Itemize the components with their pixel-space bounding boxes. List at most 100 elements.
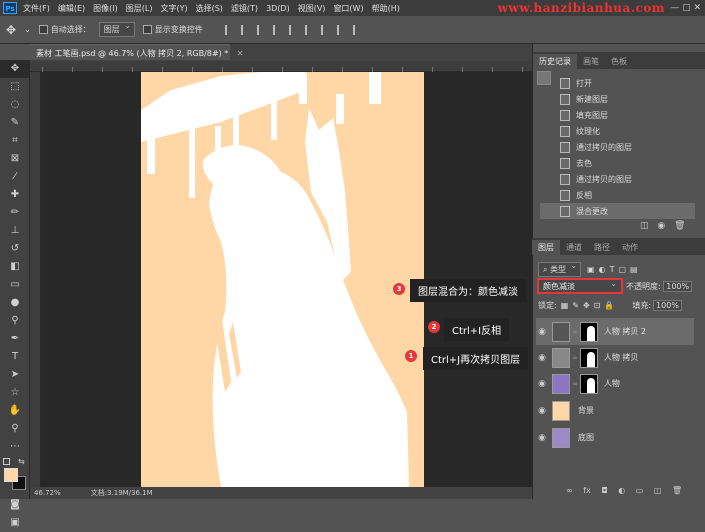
align-center-icon[interactable]: [240, 24, 251, 35]
distribute-v-icon[interactable]: [352, 24, 363, 35]
add-mask-icon[interactable]: ◘: [601, 486, 607, 495]
mask-link-icon[interactable]: ∞: [572, 380, 578, 388]
fill-input[interactable]: 100%: [653, 300, 682, 311]
document-tab[interactable]: 素材 工笔画.psd @ 46.7% (人物 拷贝 2, RGB/8#) * ✕: [30, 44, 243, 60]
tab-brushes[interactable]: 画笔: [577, 54, 605, 69]
swap-colors-icon[interactable]: ⇆: [18, 457, 25, 466]
tab-actions[interactable]: 动作: [616, 240, 644, 255]
layer-row[interactable]: ◉ 背景: [536, 397, 694, 424]
history-item[interactable]: 通过拷贝的图层: [540, 139, 695, 155]
zoom-level[interactable]: 46.72%: [34, 489, 61, 497]
menu-3d[interactable]: 3D(D): [266, 4, 290, 13]
visibility-eye-icon[interactable]: ◉: [536, 327, 548, 337]
history-item[interactable]: 通过拷贝的图层: [540, 171, 695, 187]
new-snapshot-icon[interactable]: ◫: [640, 221, 649, 231]
frame-tool-icon[interactable]: ⊠: [0, 150, 30, 168]
move-tool-icon[interactable]: ✥: [6, 23, 16, 37]
delete-layer-icon[interactable]: 🗑: [672, 486, 682, 495]
align-left-icon[interactable]: [224, 24, 235, 35]
history-item-selected[interactable]: 混合更改: [540, 203, 695, 219]
camera-icon[interactable]: ◉: [657, 221, 665, 231]
default-colors-icon[interactable]: [3, 458, 10, 465]
layer-row[interactable]: ◉ ∞ 人物 拷贝 2: [536, 318, 694, 345]
filter-adjust-icon[interactable]: ◐: [599, 265, 606, 274]
lock-artboard-icon[interactable]: ⊡: [594, 301, 601, 310]
layer-row[interactable]: ◉ ∞ 人物: [536, 370, 694, 397]
menu-layer[interactable]: 图层(L): [126, 3, 153, 14]
show-transform-checkbox[interactable]: 显示变换控件: [142, 24, 203, 35]
lock-image-icon[interactable]: ✎: [572, 301, 579, 310]
healing-brush-tool-icon[interactable]: ✚: [0, 186, 30, 204]
blur-tool-icon[interactable]: ●: [0, 294, 30, 312]
trash-icon[interactable]: 🗑: [674, 221, 685, 231]
align-middle-icon[interactable]: [288, 24, 299, 35]
clone-stamp-tool-icon[interactable]: ⊥: [0, 222, 30, 240]
lock-position-icon[interactable]: ✥: [583, 301, 590, 310]
history-item[interactable]: 反相: [540, 187, 695, 203]
tab-channels[interactable]: 通道: [560, 240, 588, 255]
history-item[interactable]: 新建图层: [540, 91, 695, 107]
photoshop-logo-icon[interactable]: Ps: [3, 2, 17, 14]
menu-type[interactable]: 文字(Y): [160, 3, 187, 14]
layer-filter-dropdown[interactable]: ⌕ 类型: [538, 261, 582, 277]
auto-select-dropdown[interactable]: 图层: [98, 21, 135, 37]
layer-mask-thumbnail[interactable]: [579, 347, 598, 368]
opacity-input[interactable]: 100%: [663, 281, 693, 292]
quick-select-tool-icon[interactable]: ✎: [0, 114, 30, 132]
eyedropper-tool-icon[interactable]: ⁄: [0, 168, 30, 186]
mask-link-icon[interactable]: ∞: [572, 328, 578, 336]
pen-tool-icon[interactable]: ✒: [0, 330, 30, 348]
zoom-tool-icon[interactable]: ⚲: [0, 420, 30, 438]
menu-image[interactable]: 图像(I): [93, 3, 118, 14]
align-right-icon[interactable]: [256, 24, 267, 35]
tab-history[interactable]: 历史记录: [533, 54, 577, 69]
align-top-icon[interactable]: [272, 24, 283, 35]
brush-tool-icon[interactable]: ✏: [0, 204, 30, 222]
menu-filter[interactable]: 滤镜(T): [231, 3, 258, 14]
history-item[interactable]: 纹理化: [540, 123, 695, 139]
more-tools-icon[interactable]: ⋯: [0, 438, 30, 456]
filter-smart-icon[interactable]: ▤: [630, 265, 638, 274]
document-canvas[interactable]: [141, 72, 424, 487]
visibility-eye-icon[interactable]: ◉: [536, 353, 548, 363]
tab-swatches[interactable]: 色板: [605, 54, 633, 69]
filter-shape-icon[interactable]: ▢: [618, 265, 626, 274]
crop-tool-icon[interactable]: ⌗: [0, 132, 30, 150]
dodge-tool-icon[interactable]: ⚲: [0, 312, 30, 330]
history-brush-tool-icon[interactable]: ↺: [0, 240, 30, 258]
align-bottom-icon[interactable]: [304, 24, 315, 35]
eraser-tool-icon[interactable]: ◧: [0, 258, 30, 276]
history-item[interactable]: 去色: [540, 155, 695, 171]
shape-tool-icon[interactable]: ☆: [0, 384, 30, 402]
type-tool-icon[interactable]: T: [0, 348, 30, 366]
move-tool-icon[interactable]: ✥: [0, 60, 30, 78]
history-item[interactable]: 填充图层: [540, 107, 695, 123]
tab-layers[interactable]: 图层: [532, 240, 560, 255]
link-layers-icon[interactable]: ∞: [566, 486, 573, 495]
menu-view[interactable]: 视图(V): [298, 3, 326, 14]
distribute-icon[interactable]: [320, 24, 331, 35]
blend-mode-dropdown[interactable]: 颜色减淡 ⌄: [537, 278, 623, 294]
distribute-h-icon[interactable]: [336, 24, 347, 35]
path-select-tool-icon[interactable]: ➤: [0, 366, 30, 384]
layer-mask-thumbnail[interactable]: [579, 321, 598, 342]
menu-edit[interactable]: 编辑(E): [58, 3, 85, 14]
mask-link-icon[interactable]: ∞: [572, 354, 578, 362]
menu-select[interactable]: 选择(S): [196, 3, 223, 14]
lasso-tool-icon[interactable]: ◌: [0, 96, 30, 114]
visibility-eye-icon[interactable]: ◉: [536, 406, 548, 416]
group-icon[interactable]: ▭: [636, 486, 644, 495]
screen-mode-icon[interactable]: ▣: [0, 514, 30, 532]
layer-row[interactable]: ◉ 底图: [536, 424, 694, 451]
close-tab-icon[interactable]: ✕: [237, 49, 244, 58]
tool-preset-dropdown[interactable]: ⌄: [24, 25, 31, 34]
layer-row[interactable]: ◉ ∞ 人物 拷贝: [536, 344, 694, 371]
foreground-color-swatch[interactable]: [4, 468, 18, 482]
gradient-tool-icon[interactable]: ▭: [0, 276, 30, 294]
lock-transparent-icon[interactable]: ▦: [561, 301, 569, 310]
visibility-eye-icon[interactable]: ◉: [536, 379, 548, 389]
history-item[interactable]: 打开: [540, 75, 695, 91]
adjustment-layer-icon[interactable]: ◐: [618, 486, 625, 495]
visibility-eye-icon[interactable]: ◉: [536, 433, 548, 443]
tab-paths[interactable]: 路径: [588, 240, 616, 255]
